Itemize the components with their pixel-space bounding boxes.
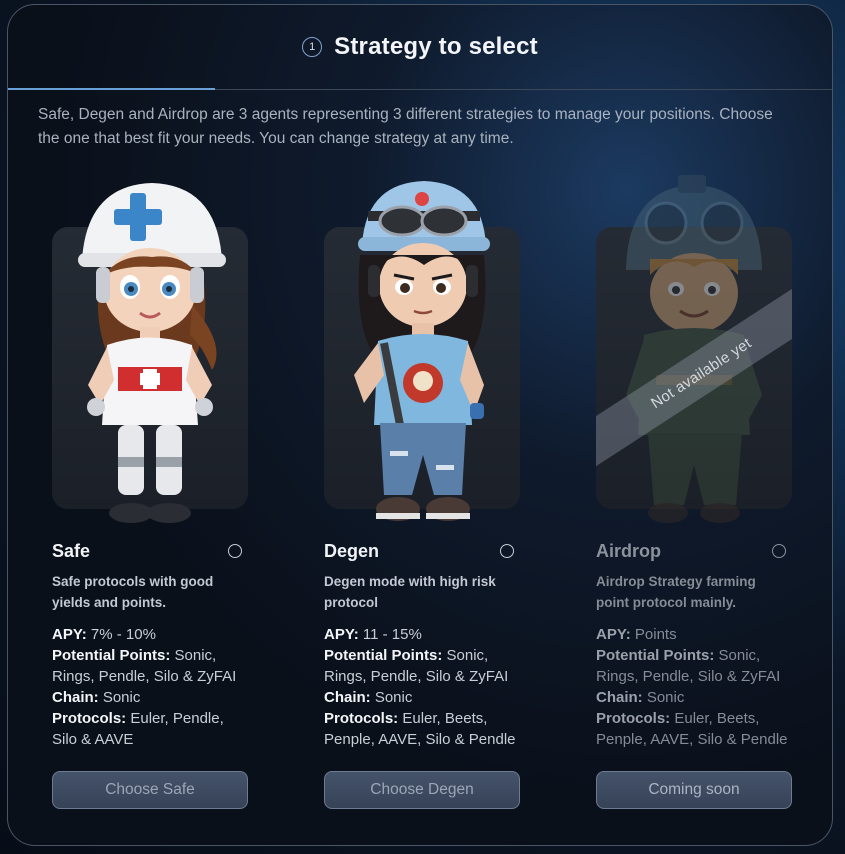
apy-value: 11 - 15%: [358, 626, 422, 643]
apy-value: Points: [630, 626, 677, 643]
card-title: Airdrop: [596, 540, 661, 561]
nurse-helmet-girl-avatar-icon: [78, 183, 226, 523]
select-airdrop-radio: [772, 544, 786, 558]
card-title-row: Degen: [324, 539, 520, 563]
strategy-card-airdrop: Not available yet Airdrop Airdrop Strate…: [596, 175, 796, 815]
choose-degen-button[interactable]: Choose Degen: [324, 771, 520, 809]
card-title-row: Airdrop: [596, 539, 792, 563]
card-description: Airdrop Strategy farming point protocol …: [596, 574, 756, 610]
progress-indicator: [8, 88, 215, 90]
points-label: Potential Points:: [52, 647, 171, 664]
select-safe-radio[interactable]: [228, 544, 242, 558]
points-label: Potential Points:: [324, 647, 443, 664]
card-specs: APY: 7% - 10% Potential Points: Sonic, R…: [52, 624, 252, 750]
protocols-label: Protocols:: [324, 710, 399, 727]
chain-label: Chain:: [324, 689, 371, 706]
apy-value: 7% - 10%: [86, 626, 156, 643]
card-specs: APY: Points Potential Points: Sonic, Rin…: [596, 624, 796, 750]
card-title: Degen: [324, 540, 380, 561]
chain-label: Chain:: [596, 689, 643, 706]
card-specs: APY: 11 - 15% Potential Points: Sonic, R…: [324, 624, 524, 750]
coming-soon-button: Coming soon: [596, 771, 792, 809]
protocols-label: Protocols:: [52, 710, 127, 727]
chain-value: Sonic: [642, 689, 685, 706]
select-degen-radio[interactable]: [500, 544, 514, 558]
page-title: Strategy to select: [334, 33, 538, 60]
strategy-card-safe[interactable]: Safe Safe protocols with good yields and…: [52, 175, 252, 815]
chain-value: Sonic: [98, 689, 141, 706]
apy-label: APY:: [596, 626, 631, 643]
protocols-label: Protocols:: [596, 710, 671, 727]
apy-label: APY:: [52, 626, 87, 643]
strategy-card-degen[interactable]: Degen Degen mode with high risk protocol…: [324, 175, 524, 815]
apy-label: APY:: [324, 626, 359, 643]
card-description: Degen mode with high risk protocol: [324, 574, 496, 610]
strategy-panel: 1 Strategy to select Safe, Degen and Air…: [7, 4, 833, 846]
card-description: Safe protocols with good yields and poin…: [52, 574, 214, 610]
card-title: Safe: [52, 540, 91, 561]
choose-safe-button[interactable]: Choose Safe: [52, 771, 248, 809]
not-available-ribbon: Not available yet: [596, 227, 792, 509]
ribbon-label: Not available yet: [596, 276, 792, 470]
goggles-cap-boy-avatar-icon: [354, 181, 490, 521]
intro-text: Safe, Degen and Airdrop are 3 agents rep…: [38, 106, 773, 147]
step-number-badge: 1: [302, 37, 323, 57]
chain-label: Chain:: [52, 689, 99, 706]
points-label: Potential Points:: [596, 647, 715, 664]
card-title-row: Safe: [52, 539, 248, 563]
panel-header: 1 Strategy to select: [8, 5, 832, 89]
chain-value: Sonic: [370, 689, 413, 706]
